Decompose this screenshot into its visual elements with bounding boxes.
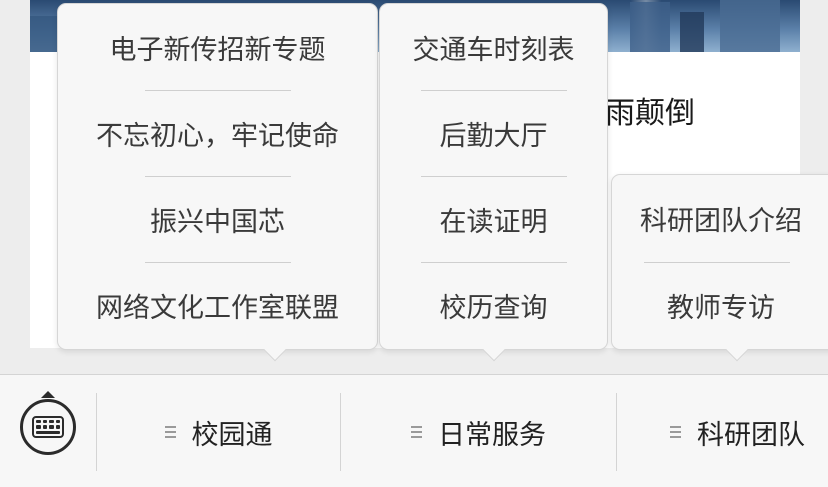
menu-tab-label: 日常服务	[438, 419, 546, 451]
menu-tab-campus[interactable]: 校园通	[97, 393, 340, 471]
menu-lines-icon	[670, 426, 681, 438]
submenu-popup-research: 科研团队介绍 教师专访	[611, 174, 828, 362]
menu-lines-icon	[411, 426, 422, 438]
menu-tab-label: 校园通	[191, 419, 273, 451]
menu-tab-research[interactable]: 科研团队	[617, 393, 828, 471]
submenu-item[interactable]: 校历查询	[380, 262, 607, 348]
submenu-item[interactable]: 在读证明	[380, 176, 607, 262]
submenu-item[interactable]: 不忘初心，牢记使命	[58, 90, 377, 176]
keyboard-toggle-button[interactable]	[20, 391, 76, 455]
keyboard-icon	[20, 399, 76, 455]
menu-tab-label: 科研团队	[697, 419, 805, 451]
submenu-item[interactable]: 交通车时刻表	[380, 4, 607, 90]
menu-tab-services[interactable]: 日常服务	[341, 393, 616, 471]
menu-lines-icon	[164, 426, 176, 438]
submenu-popup-services: 交通车时刻表 后勤大厅 在读证明 校历查询	[379, 3, 608, 362]
submenu-item[interactable]: 电子新传招新专题	[58, 4, 377, 90]
submenu-item[interactable]: 振兴中国芯	[58, 176, 377, 262]
caret-up-icon	[41, 391, 55, 398]
submenu-item[interactable]: 科研团队介绍	[612, 175, 828, 262]
bottom-menu-bar: 校园通 日常服务 科研团队	[0, 374, 828, 487]
submenu-item[interactable]: 后勤大厅	[380, 90, 607, 176]
submenu-item[interactable]: 教师专访	[612, 262, 828, 349]
submenu-popup-campus: 电子新传招新专题 不忘初心，牢记使命 振兴中国芯 网络文化工作室联盟	[57, 3, 378, 362]
submenu-item[interactable]: 网络文化工作室联盟	[58, 262, 377, 348]
